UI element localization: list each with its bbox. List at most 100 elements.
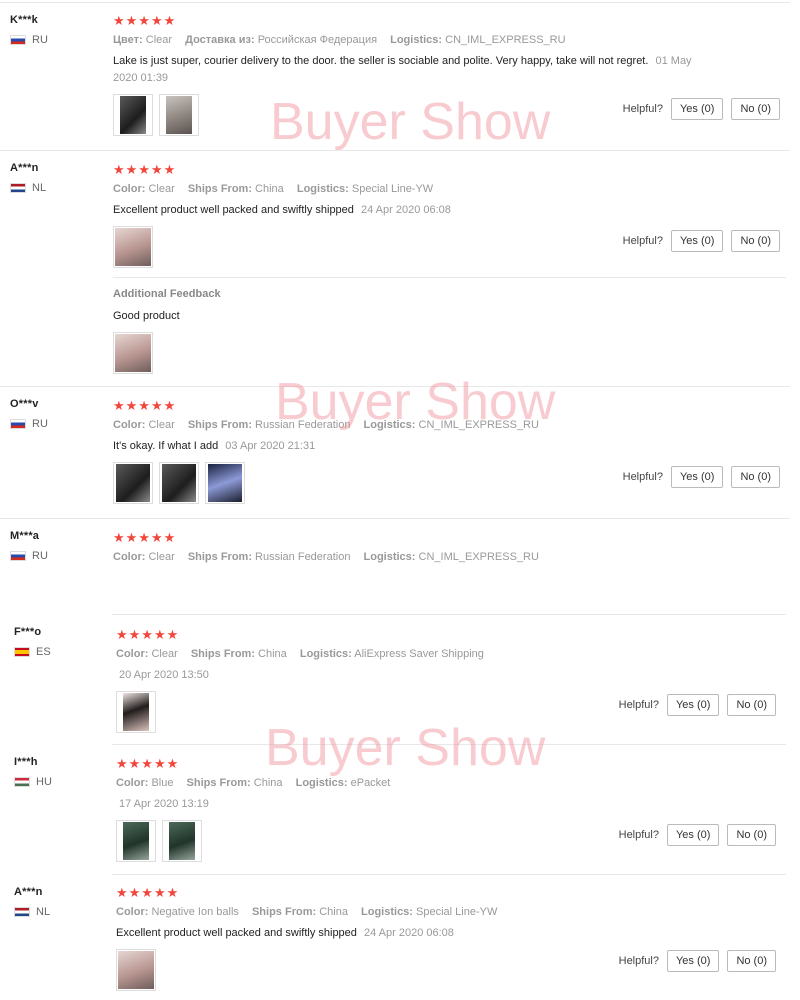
review-photo[interactable] bbox=[113, 462, 153, 504]
review-meta: Color: Clear Ships From: Russian Federat… bbox=[113, 419, 713, 431]
reviewer-name: F***o bbox=[14, 626, 42, 638]
spain-flag-icon bbox=[14, 647, 30, 657]
logistics-value: CN_IML_EXPRESS_RU bbox=[418, 419, 539, 431]
helpful-label: Helpful? bbox=[622, 103, 663, 115]
additional-feedback-text: Good product bbox=[113, 310, 180, 322]
color-value: Blue bbox=[151, 777, 174, 789]
review-meta: Color: Clear Ships From: China Logistics… bbox=[116, 648, 716, 660]
logistics-key: Logistics: bbox=[361, 906, 413, 918]
helpful-yes-button[interactable]: Yes (0) bbox=[670, 230, 724, 252]
review-meta: Цвет: Clear Доставка из: Российская Феде… bbox=[113, 34, 713, 46]
helpful-no-button[interactable]: No (0) bbox=[727, 824, 776, 846]
helpful-no-button[interactable]: No (0) bbox=[731, 230, 780, 252]
helpful-no-button[interactable]: No (0) bbox=[727, 694, 776, 716]
ships-from-value: China bbox=[258, 648, 287, 660]
review-text: Excellent product well packed and swiftl… bbox=[116, 925, 716, 942]
logistics-value: CN_IML_EXPRESS_RU bbox=[445, 34, 566, 46]
helpful-label: Helpful? bbox=[622, 471, 663, 483]
reviewer-name: M***a bbox=[10, 530, 40, 542]
review-photo[interactable] bbox=[116, 949, 156, 991]
ships-from-key: Доставка из: bbox=[185, 34, 255, 46]
additional-feedback: Additional Feedback Good product bbox=[113, 288, 713, 374]
ships-from-value: China bbox=[253, 777, 283, 789]
logistics-value: CN_IML_EXPRESS_RU bbox=[418, 551, 539, 563]
logistics-value: Special Line-YW bbox=[351, 183, 434, 195]
russia-flag-icon bbox=[10, 419, 26, 429]
review-photo[interactable] bbox=[159, 462, 199, 504]
star-rating: ★★★★★ bbox=[116, 627, 180, 642]
ships-from-key: Ships From: bbox=[187, 551, 252, 563]
reviewer-info: F***o ES bbox=[14, 626, 104, 658]
helpful-yes-button[interactable]: Yes (0) bbox=[670, 98, 724, 120]
color-value: Clear bbox=[148, 551, 175, 563]
reviewer-info: M***a RU bbox=[10, 530, 100, 562]
helpful-no-button[interactable]: No (0) bbox=[731, 466, 780, 488]
review-item: I***h HU ★★★★★ Color: Blue Ships From: C… bbox=[0, 744, 800, 874]
helpful-yes-button[interactable]: Yes (0) bbox=[670, 466, 724, 488]
star-rating: ★★★★★ bbox=[113, 162, 177, 177]
color-key: Color: bbox=[116, 906, 149, 918]
helpful-controls: Helpful? Yes (0) No (0) bbox=[623, 98, 780, 120]
logistics-value: Special Line-YW bbox=[416, 906, 498, 918]
review-item: M***a RU ★★★★★ Color: Clear Ships From: … bbox=[0, 518, 800, 614]
review-meta: Color: Negative Ion balls Ships From: Ch… bbox=[116, 906, 716, 918]
logistics-key: Logistics: bbox=[390, 34, 443, 46]
helpful-yes-button[interactable]: Yes (0) bbox=[666, 694, 720, 716]
helpful-yes-button[interactable]: Yes (0) bbox=[666, 824, 720, 846]
ships-from-value: Russian Federation bbox=[255, 551, 351, 563]
review-date: 17 Apr 2020 13:19 bbox=[119, 798, 209, 810]
logistics-key: Logistics: bbox=[363, 551, 416, 563]
ships-from-key: Ships From: bbox=[186, 777, 251, 789]
helpful-controls: Helpful? Yes (0) No (0) bbox=[619, 824, 776, 846]
review-text-content: It's okay. If what I add bbox=[113, 440, 219, 452]
russia-flag-icon bbox=[10, 35, 26, 45]
color-value: Negative Ion balls bbox=[151, 906, 239, 918]
helpful-controls: Helpful? Yes (0) No (0) bbox=[623, 230, 780, 252]
review-photo[interactable] bbox=[113, 94, 153, 136]
review-meta: Color: Clear Ships From: Russian Federat… bbox=[113, 551, 713, 563]
ships-from-value: China bbox=[319, 906, 348, 918]
review-text-content: Lake is just super, courier delivery to … bbox=[113, 55, 649, 67]
hungary-flag-icon bbox=[14, 777, 30, 787]
country-code: RU bbox=[32, 418, 48, 430]
color-key: Color: bbox=[113, 183, 146, 195]
review-photo[interactable] bbox=[162, 820, 202, 862]
review-photos bbox=[113, 332, 713, 374]
reviewer-country: RU bbox=[10, 34, 100, 46]
helpful-controls: Helpful? Yes (0) No (0) bbox=[619, 694, 776, 716]
review-date: 03 Apr 2020 21:31 bbox=[225, 440, 316, 452]
color-value: Clear bbox=[145, 34, 173, 46]
star-rating: ★★★★★ bbox=[113, 13, 177, 28]
reviewer-info: A***n NL bbox=[14, 886, 104, 918]
reviewer-name: A***n bbox=[10, 162, 39, 174]
review-photo[interactable] bbox=[113, 226, 153, 268]
review-date: 24 Apr 2020 06:08 bbox=[363, 927, 454, 939]
helpful-no-button[interactable]: No (0) bbox=[731, 98, 780, 120]
reviewer-name: I***h bbox=[14, 756, 38, 768]
logistics-key: Logistics: bbox=[295, 777, 348, 789]
reviewer-info: O***v RU bbox=[10, 398, 100, 430]
review-photo[interactable] bbox=[205, 462, 245, 504]
color-key: Color: bbox=[113, 419, 146, 431]
review-photo[interactable] bbox=[116, 691, 156, 733]
review-meta: Color: Clear Ships From: China Logistics… bbox=[113, 183, 713, 195]
helpful-yes-button[interactable]: Yes (0) bbox=[666, 950, 720, 972]
review-photo[interactable] bbox=[113, 332, 153, 374]
helpful-controls: Helpful? Yes (0) No (0) bbox=[619, 950, 776, 972]
star-rating: ★★★★★ bbox=[116, 756, 180, 771]
reviewer-info: A***n NL bbox=[10, 162, 100, 194]
review-item: K***k RU ★★★★★ Цвет: Clear Доставка из: … bbox=[0, 2, 800, 150]
russia-flag-icon bbox=[10, 551, 26, 561]
divider bbox=[113, 277, 786, 278]
review-text-content: Excellent product well packed and swiftl… bbox=[113, 204, 354, 216]
reviewer-country: HU bbox=[14, 776, 104, 788]
color-key: Color: bbox=[113, 551, 146, 563]
helpful-no-button[interactable]: No (0) bbox=[727, 950, 776, 972]
ships-from-value: Российская Федерация bbox=[257, 34, 378, 46]
review-body: ★★★★★ Color: Negative Ion balls Ships Fr… bbox=[116, 886, 716, 991]
review-text-content: Excellent product well packed and swiftl… bbox=[116, 927, 357, 939]
review-photo[interactable] bbox=[159, 94, 199, 136]
review-text: It's okay. If what I add 03 Apr 2020 21:… bbox=[113, 438, 713, 455]
reviewer-info: K***k RU bbox=[10, 14, 100, 46]
review-photo[interactable] bbox=[116, 820, 156, 862]
